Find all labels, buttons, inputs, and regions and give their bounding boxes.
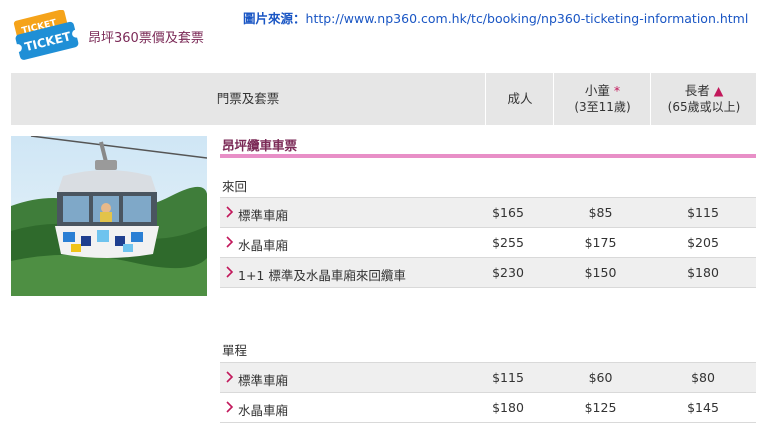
chevron-right-icon bbox=[226, 266, 234, 278]
price-senior: $180 bbox=[687, 265, 719, 280]
ticket-name: 標準車廂 bbox=[238, 373, 289, 388]
senior-age-range: (65歲或以上) bbox=[667, 100, 741, 114]
table-row: 水晶車廂 $180 $125 $145 bbox=[220, 392, 756, 423]
price-adult: $180 bbox=[492, 400, 524, 415]
column-header-child: 小童 * (3至11歲) bbox=[553, 73, 651, 125]
price-senior: $115 bbox=[687, 205, 719, 220]
price-senior: $145 bbox=[687, 400, 719, 415]
price-adult: $165 bbox=[492, 205, 524, 220]
table-header: 門票及套票 成人 小童 * (3至11歲) 長者 ▲ (65歲或以上) bbox=[11, 73, 756, 125]
price-adult: $115 bbox=[492, 370, 524, 385]
ticket-name: 水晶車廂 bbox=[238, 238, 289, 253]
image-source: 圖片來源：http://www.np360.com.hk/tc/booking/… bbox=[243, 8, 748, 27]
child-label: 小童 bbox=[584, 83, 610, 98]
chevron-right-icon bbox=[226, 206, 234, 218]
group-label-single: 單程 bbox=[222, 343, 248, 358]
price-senior: $80 bbox=[691, 370, 715, 385]
source-link[interactable]: http://www.np360.com.hk/tc/booking/np360… bbox=[306, 11, 749, 26]
chevron-right-icon bbox=[226, 236, 234, 248]
cable-car-photo bbox=[11, 136, 207, 296]
price-child: $125 bbox=[584, 400, 617, 415]
child-mark: * bbox=[613, 83, 621, 98]
senior-label: 長者 bbox=[684, 83, 710, 98]
ticket-name: 1+1 標準及水晶車廂來回纜車 bbox=[238, 268, 406, 283]
senior-mark: ▲ bbox=[713, 83, 724, 98]
group-label-return: 來回 bbox=[222, 179, 248, 194]
chevron-right-icon bbox=[226, 371, 234, 383]
price-child: $85 bbox=[588, 205, 613, 220]
price-adult: $255 bbox=[492, 235, 524, 250]
ticket-logo-icon: TICKET TICKET bbox=[13, 10, 81, 60]
source-label: 圖片來源： bbox=[243, 11, 306, 26]
ticket-name: 標準車廂 bbox=[238, 208, 289, 223]
chevron-right-icon bbox=[226, 401, 234, 413]
column-header-senior: 長者 ▲ (65歲或以上) bbox=[650, 73, 757, 125]
price-child: $60 bbox=[588, 370, 613, 385]
child-age-range: (3至11歲) bbox=[574, 100, 631, 114]
page-title: 昂坪360票價及套票 bbox=[88, 31, 204, 46]
price-child: $175 bbox=[584, 235, 617, 250]
table-row: 標準車廂 $115 $60 $80 bbox=[220, 362, 756, 392]
section-title-cable-car: 昂坪纜車車票 bbox=[222, 138, 298, 153]
table-row: 標準車廂 $165 $85 $115 bbox=[220, 197, 756, 227]
column-header-name: 門票及套票 bbox=[216, 91, 280, 106]
price-adult: $230 bbox=[492, 265, 524, 280]
table-row: 1+1 標準及水晶車廂來回纜車 $230 $150 $180 bbox=[220, 257, 756, 288]
section-divider bbox=[220, 154, 756, 158]
price-child: $150 bbox=[584, 265, 617, 280]
price-senior: $205 bbox=[687, 235, 719, 250]
ticket-name: 水晶車廂 bbox=[238, 403, 289, 418]
column-header-adult: 成人 bbox=[485, 73, 554, 125]
table-row: 水晶車廂 $255 $175 $205 bbox=[220, 227, 756, 257]
